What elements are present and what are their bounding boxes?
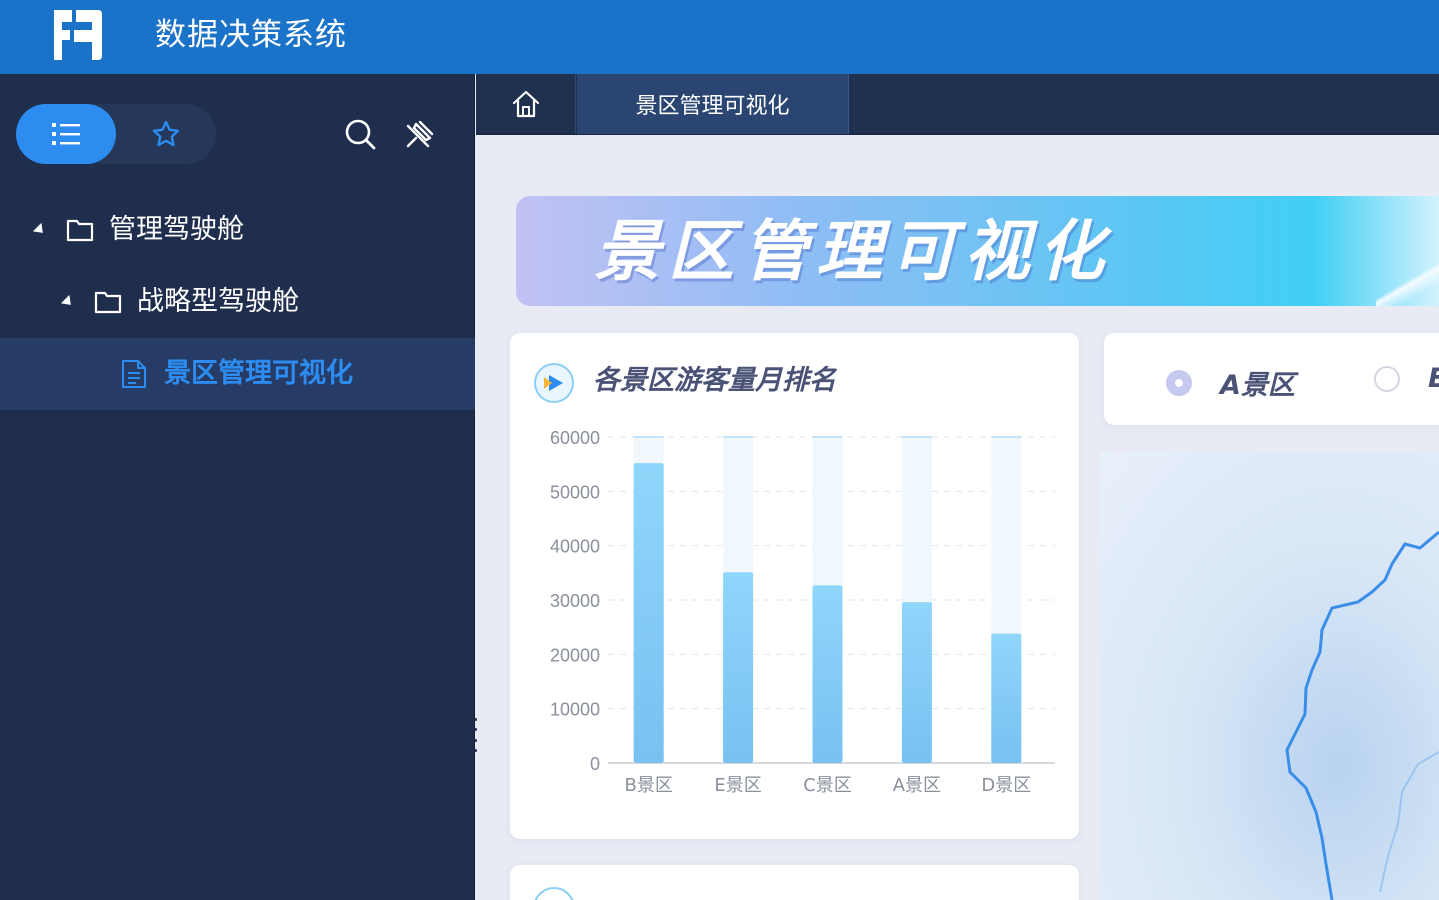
unpin-button[interactable] bbox=[400, 114, 440, 154]
tab-home[interactable] bbox=[476, 74, 576, 134]
x-tick-label: C景区 bbox=[803, 775, 852, 796]
x-tick-label: A景区 bbox=[893, 775, 941, 796]
play-badge-icon bbox=[534, 363, 574, 403]
bar-E景区[interactable] bbox=[723, 572, 754, 763]
expand-arrow-icon[interactable] bbox=[32, 222, 48, 238]
scenic-selector-card: A景区 E bbox=[1104, 333, 1439, 425]
x-tick-label: E景区 bbox=[714, 775, 761, 796]
bar-D景区[interactable] bbox=[991, 633, 1022, 763]
finereport-logo-icon[interactable] bbox=[48, 8, 104, 62]
list-icon bbox=[52, 123, 80, 145]
scenic-map[interactable] bbox=[1100, 452, 1439, 900]
expand-arrow-icon[interactable] bbox=[60, 294, 76, 310]
document-icon bbox=[122, 360, 146, 388]
banner-decoration bbox=[1376, 256, 1439, 306]
tab-scenic-visualization[interactable]: 景区管理可视化 bbox=[577, 74, 849, 134]
tree-item-label: 管理驾驶舱 bbox=[109, 214, 244, 245]
unpin-icon bbox=[406, 120, 434, 148]
bar-C景区[interactable] bbox=[812, 585, 843, 763]
play-badge-icon bbox=[533, 887, 575, 900]
chart-title: 各景区游客量月排名 bbox=[593, 365, 836, 396]
map-boundary bbox=[1285, 530, 1439, 900]
radio-label: E bbox=[1428, 363, 1439, 394]
tree-item-management-cockpit[interactable]: 管理驾驶舱 bbox=[0, 194, 475, 266]
folder-icon bbox=[94, 291, 122, 314]
tree-item-label: 景区管理可视化 bbox=[164, 358, 353, 389]
folder-icon bbox=[66, 219, 94, 242]
star-icon bbox=[152, 120, 180, 147]
sidebar-resize-handle[interactable] bbox=[466, 718, 484, 752]
tree-item-strategic-cockpit[interactable]: 战略型驾驶舱 bbox=[0, 266, 475, 338]
sidebar: 管理驾驶舱 战略型驾驶舱 景区管理可视化 bbox=[0, 74, 475, 900]
visitor-ranking-card: 各景区游客量月排名 0 10000 20000 30000 40000 50000 6000… bbox=[510, 333, 1079, 839]
favorites-button[interactable] bbox=[116, 104, 216, 164]
y-tick-label: 10000 bbox=[550, 700, 600, 720]
y-tick-label: 40000 bbox=[550, 537, 600, 557]
visitor-bar-chart: 0 10000 20000 30000 40000 50000 60000 B景区 E景区 C景区… bbox=[550, 428, 1055, 796]
dashboard-banner: 景区管理可视化 bbox=[516, 196, 1439, 306]
radio-button[interactable] bbox=[1166, 369, 1192, 396]
radio-button[interactable] bbox=[1374, 365, 1400, 392]
y-tick-label: 60000 bbox=[550, 428, 600, 448]
radio-scenic-e[interactable]: E bbox=[1374, 363, 1439, 394]
tree-item-scenic-visualization[interactable]: 景区管理可视化 bbox=[0, 338, 475, 410]
app-title: 数据决策系统 bbox=[155, 17, 347, 53]
bar-B景区[interactable] bbox=[633, 463, 664, 763]
y-tick-label: 30000 bbox=[550, 591, 600, 611]
banner-title: 景区管理可视化 bbox=[594, 213, 1112, 290]
view-toggle bbox=[16, 104, 216, 164]
x-tick-label: D景区 bbox=[981, 775, 1031, 796]
directory-view-button[interactable] bbox=[16, 104, 116, 164]
tree-item-label: 战略型驾驶舱 bbox=[137, 286, 299, 317]
x-tick-label: B景区 bbox=[625, 775, 673, 796]
search-icon bbox=[345, 119, 376, 150]
radio-scenic-a[interactable]: A景区 bbox=[1166, 363, 1295, 402]
y-tick-label: 50000 bbox=[550, 482, 600, 502]
home-icon bbox=[512, 90, 539, 118]
y-tick-label: 20000 bbox=[550, 645, 600, 665]
resource-card bbox=[510, 865, 1079, 900]
y-tick-label: 0 bbox=[590, 754, 600, 774]
tab-bar: 景区管理可视化 bbox=[476, 74, 1439, 135]
search-button[interactable] bbox=[340, 114, 380, 154]
bar-A景区[interactable] bbox=[901, 602, 932, 763]
top-header: 数据决策系统 bbox=[0, 0, 1439, 74]
radio-label: A景区 bbox=[1220, 370, 1295, 401]
